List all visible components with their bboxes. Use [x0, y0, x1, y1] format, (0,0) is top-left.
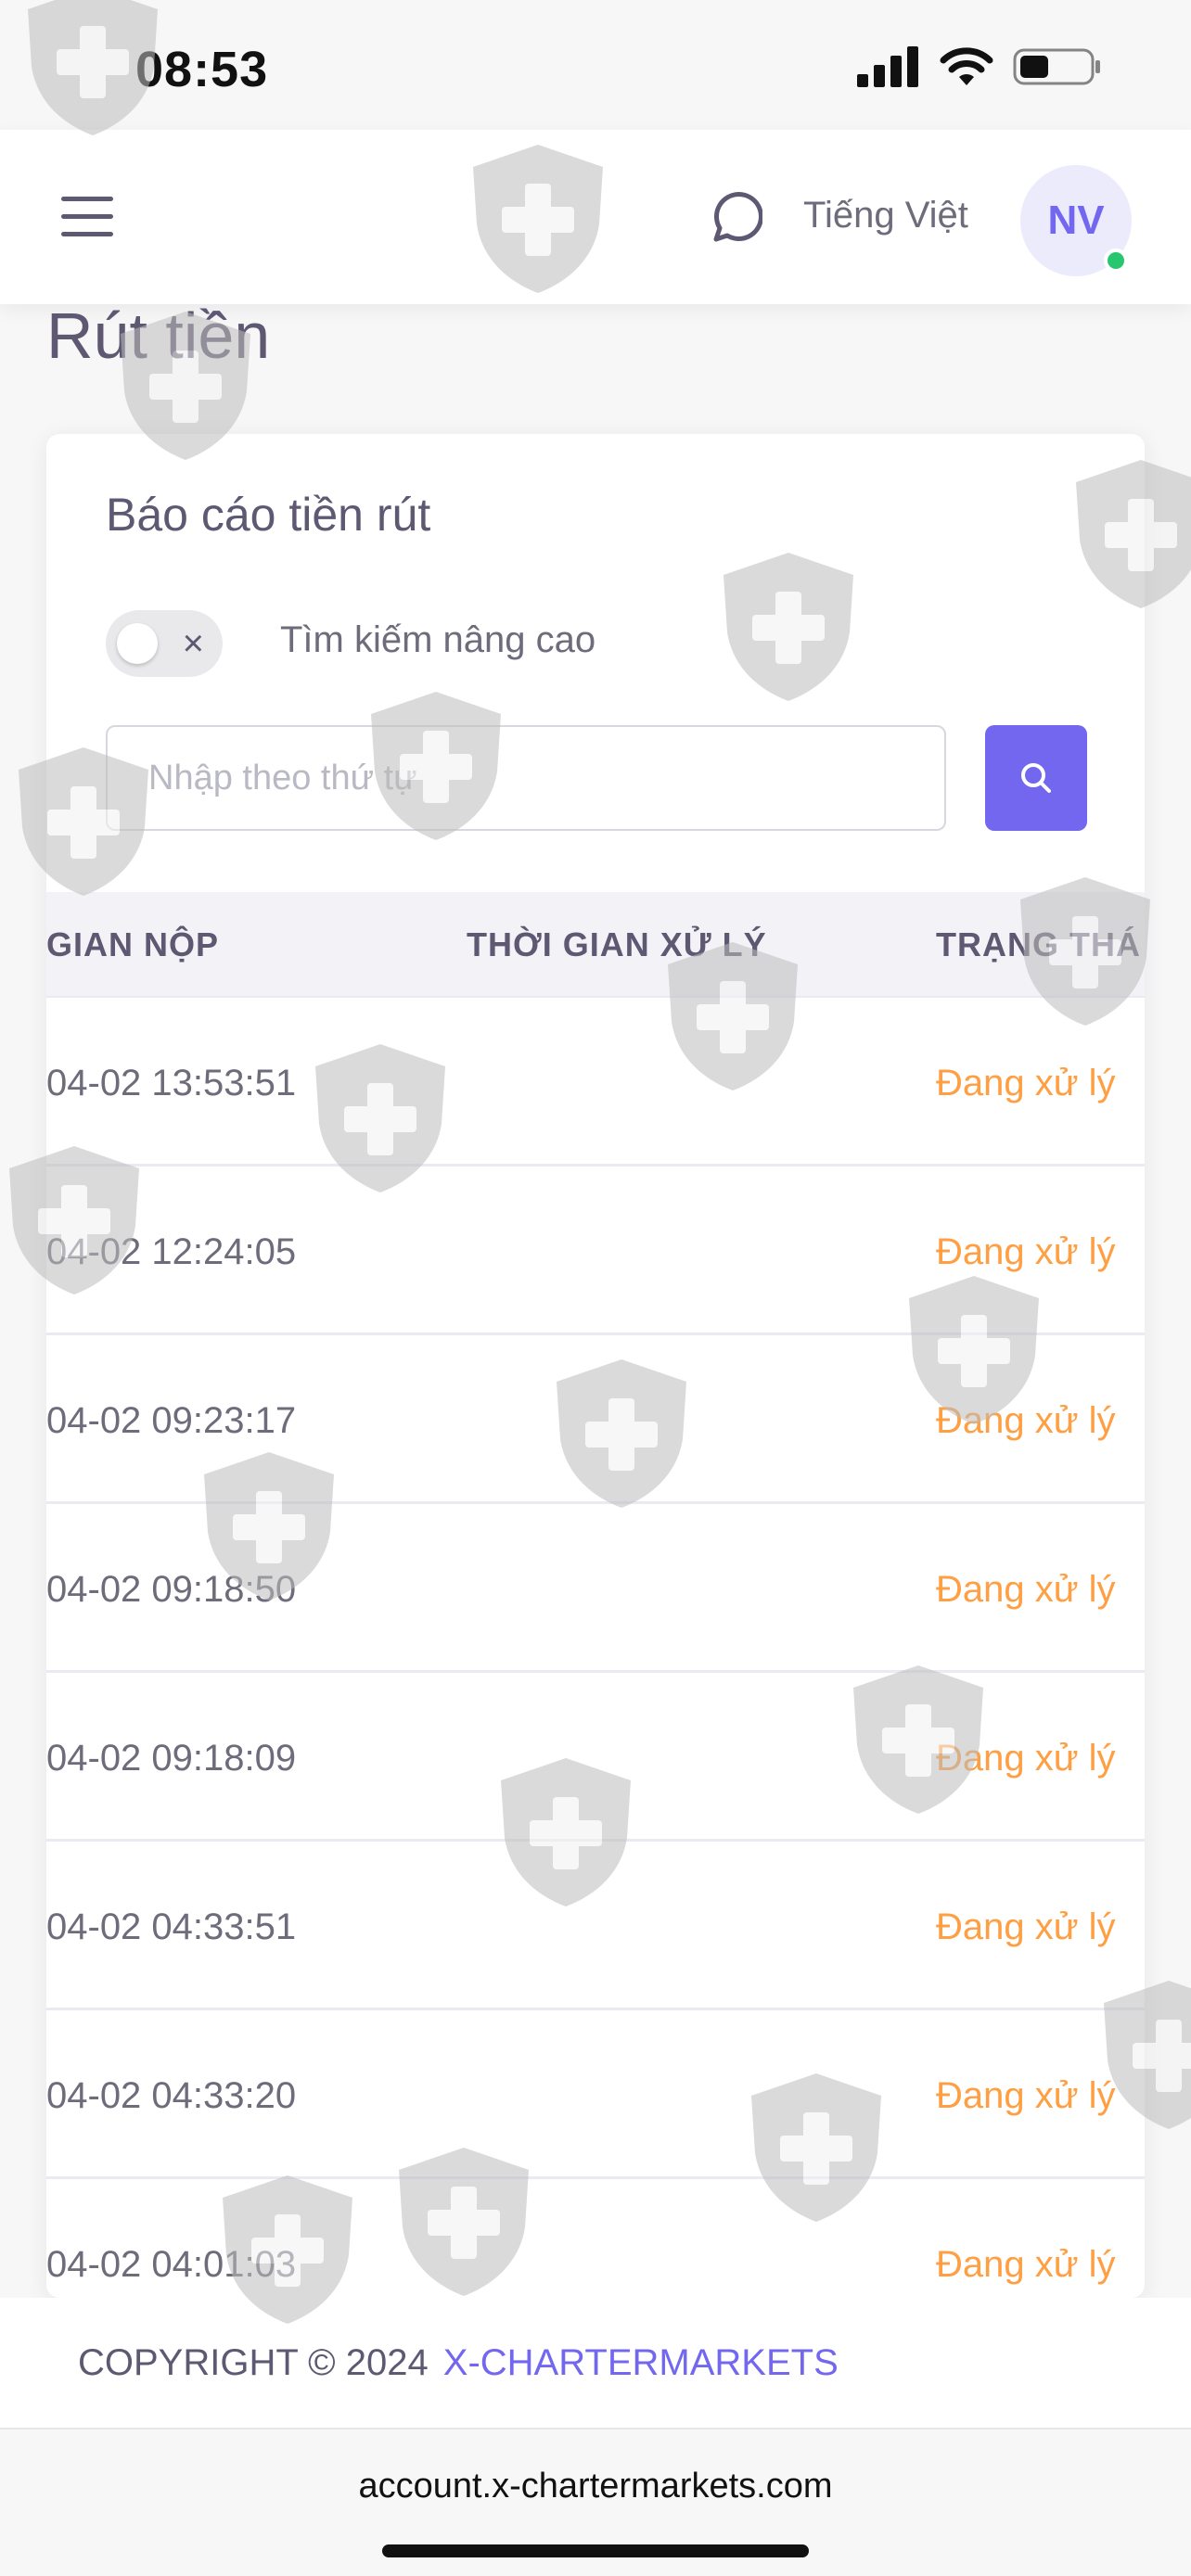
table-row[interactable]: 04-02 09:18:09 Đang xử lý [46, 1673, 1145, 1842]
status-time: 08:53 [135, 42, 269, 97]
browser-url-bar[interactable]: account.x-chartermarkets.com [0, 2429, 1191, 2576]
submitted-time: 04-02 04:33:51 [46, 1906, 297, 1947]
column-header-status[interactable]: TRẠNG THÁ [936, 925, 1141, 964]
status-icons [857, 46, 1102, 87]
table-body: 04-02 13:53:51 Đang xử lý 04-02 12:24:05… [46, 998, 1145, 2298]
copyright: COPYRIGHT © 2024 X-CHARTERMARKETS [78, 2342, 839, 2384]
hamburger-menu-icon[interactable] [61, 197, 113, 237]
submitted-time: 04-02 12:24:05 [46, 1231, 297, 1272]
page-title: Rút tiền [46, 300, 271, 372]
table-row[interactable]: 04-02 09:18:50 Đang xử lý [46, 1504, 1145, 1673]
submitted-time: 04-02 04:33:20 [46, 2075, 297, 2116]
brand-link[interactable]: X-CHARTERMARKETS [443, 2342, 839, 2383]
signal-icon [857, 46, 918, 87]
submitted-time: 04-02 09:18:50 [46, 1569, 297, 1610]
advanced-search-label: Tìm kiếm nâng cao [280, 619, 596, 660]
status-badge: Đang xử lý [936, 2075, 1116, 2116]
submitted-time: 04-02 13:53:51 [46, 1063, 297, 1103]
status-badge: Đang xử lý [936, 2244, 1116, 2285]
search-icon [1021, 763, 1051, 793]
copyright-text: COPYRIGHT © 2024 [78, 2342, 429, 2383]
home-indicator [382, 2544, 809, 2557]
avatar-initials: NV [1047, 198, 1105, 243]
battery-icon [1013, 48, 1100, 85]
withdrawal-report-card: Báo cáo tiền rút × Tìm kiếm nâng cao GIA… [46, 434, 1145, 2298]
column-header-processed[interactable]: THỜI GIAN XỬ LÝ [467, 925, 767, 964]
status-badge: Đang xử lý [936, 1906, 1116, 1947]
status-badge: Đang xử lý [936, 1569, 1116, 1610]
submitted-time: 04-02 04:01:03 [46, 2244, 297, 2285]
status-badge: Đang xử lý [936, 1400, 1116, 1441]
card-title: Báo cáo tiền rút [106, 489, 431, 541]
avatar[interactable]: NV [1020, 165, 1132, 276]
language-selector[interactable]: Tiếng Việt [803, 195, 968, 236]
table-header: GIAN NỘP THỜI GIAN XỬ LÝ TRẠNG THÁ [46, 892, 1145, 998]
column-header-submitted[interactable]: GIAN NỘP [46, 925, 219, 964]
advanced-search-toggle[interactable]: × [106, 610, 223, 677]
footer: COPYRIGHT © 2024 X-CHARTERMARKETS [0, 2298, 1191, 2429]
search-input[interactable] [106, 725, 946, 831]
url-text: account.x-chartermarkets.com [358, 2467, 833, 2506]
status-badge: Đang xử lý [936, 1231, 1116, 1272]
table-row[interactable]: 04-02 04:01:03 Đang xử lý [46, 2179, 1145, 2298]
online-status-dot [1104, 249, 1128, 273]
table-row[interactable]: 04-02 09:23:17 Đang xử lý [46, 1335, 1145, 1504]
toggle-knob [117, 623, 158, 664]
top-header: Tiếng Việt NV [0, 130, 1191, 304]
submitted-time: 04-02 09:18:09 [46, 1738, 297, 1779]
search-button[interactable] [985, 725, 1087, 831]
submitted-time: 04-02 09:23:17 [46, 1400, 297, 1441]
status-bar: 08:53 [0, 0, 1191, 130]
table-row[interactable]: 04-02 04:33:51 Đang xử lý [46, 1842, 1145, 2010]
table-row[interactable]: 04-02 13:53:51 Đang xử lý [46, 998, 1145, 1167]
close-icon: × [182, 623, 204, 664]
table-row[interactable]: 04-02 04:33:20 Đang xử lý [46, 2010, 1145, 2179]
table-row[interactable]: 04-02 12:24:05 Đang xử lý [46, 1167, 1145, 1335]
status-badge: Đang xử lý [936, 1738, 1116, 1779]
chat-bubble-icon[interactable] [707, 191, 762, 247]
wifi-icon [940, 47, 993, 85]
status-badge: Đang xử lý [936, 1063, 1116, 1103]
